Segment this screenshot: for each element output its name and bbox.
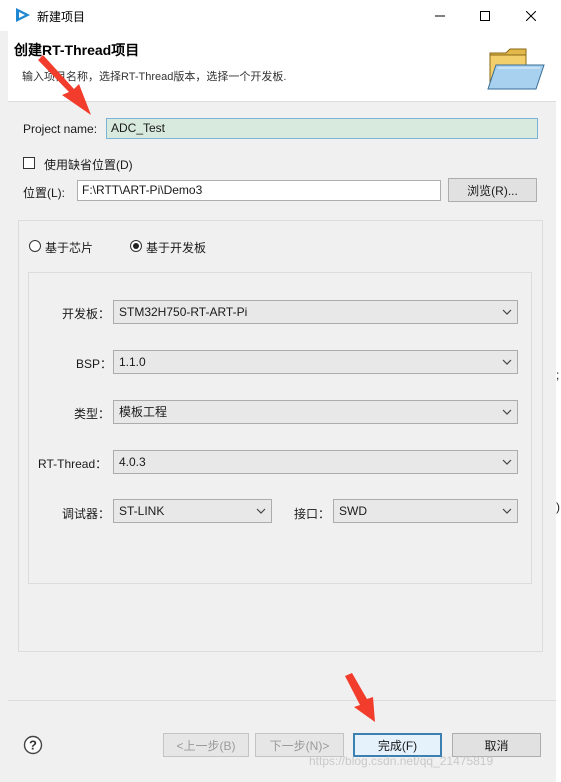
footer-separator (8, 700, 556, 701)
minimize-icon (434, 15, 445, 16)
csdn-watermark: https://blog.csdn.net/qq_21475819 (309, 754, 494, 768)
location-label: 位置(L): (23, 186, 66, 200)
back-button[interactable]: <上一步(B) (163, 733, 249, 757)
type-select-value: 模板工程 (119, 405, 168, 419)
location-input[interactable]: F:\RTT\ART-Pi\Demo3 (77, 180, 441, 201)
banner-title: 创建RT-Thread项目 (14, 42, 140, 58)
new-project-dialog: 新建项目 创建RT-Thread项目 输入项目名称，选择RT-Thread版本，… (0, 0, 556, 782)
project-name-input[interactable]: ADC_Test (106, 118, 538, 139)
edge-glyph: ) (556, 500, 560, 514)
rtthread-version-select-value: 4.0.3 (119, 455, 146, 469)
type-label: 类型： (74, 407, 111, 421)
type-select[interactable]: 模板工程 (113, 400, 518, 424)
edge-glyph: ; (556, 368, 560, 382)
bsp-select-value: 1.1.0 (119, 355, 146, 369)
rtthread-version-select[interactable]: 4.0.3 (113, 450, 518, 474)
svg-text:?: ? (29, 738, 37, 753)
chevron-down-icon (502, 508, 512, 514)
rtthread-version-label: RT-Thread： (38, 457, 108, 471)
interface-select[interactable]: SWD (333, 499, 518, 523)
wizard-banner: 创建RT-Thread项目 输入项目名称，选择RT-Thread版本，选择一个开… (8, 31, 556, 102)
board-label: 开发板： (62, 307, 111, 321)
help-icon[interactable]: ? (23, 735, 43, 755)
chevron-down-icon (502, 359, 512, 365)
bsp-select[interactable]: 1.1.0 (113, 350, 518, 374)
annotation-arrow-finish (345, 673, 375, 722)
chevron-down-icon (502, 459, 512, 465)
interface-label: 接口： (294, 507, 331, 521)
title-bar: 新建项目 (0, 0, 556, 31)
close-icon (525, 10, 536, 21)
based-on-board-radio[interactable] (130, 240, 142, 252)
project-name-label: Project name: (23, 122, 98, 136)
rt-thread-studio-icon (16, 8, 30, 22)
debugger-label: 调试器： (62, 507, 111, 521)
use-default-location-label: 使用缺省位置(D) (44, 158, 133, 172)
debugger-select-value: ST-LINK (119, 504, 165, 518)
banner-description: 输入项目名称，选择RT-Thread版本，选择一个开发板. (22, 71, 287, 83)
debugger-select[interactable]: ST-LINK (113, 499, 272, 523)
maximize-button[interactable] (462, 0, 507, 31)
use-default-location-checkbox[interactable] (23, 157, 35, 169)
board-select-value: STM32H750-RT-ART-Pi (119, 305, 248, 319)
maximize-icon (479, 10, 490, 21)
based-on-chip-label: 基于芯片 (45, 241, 94, 255)
open-folder-icon (487, 48, 545, 90)
bsp-label: BSP： (76, 357, 113, 371)
interface-select-value: SWD (339, 504, 367, 518)
close-button[interactable] (508, 0, 553, 31)
chevron-down-icon (502, 309, 512, 315)
background-edge: ; ) (556, 0, 561, 782)
chevron-down-icon (502, 409, 512, 415)
chevron-down-icon (256, 508, 266, 514)
window-title: 新建项目 (37, 10, 86, 24)
browse-button[interactable]: 浏览(R)... (448, 178, 537, 202)
based-on-chip-radio[interactable] (29, 240, 41, 252)
board-select[interactable]: STM32H750-RT-ART-Pi (113, 300, 518, 324)
based-on-board-label: 基于开发板 (146, 241, 207, 255)
minimize-button[interactable] (417, 0, 462, 31)
